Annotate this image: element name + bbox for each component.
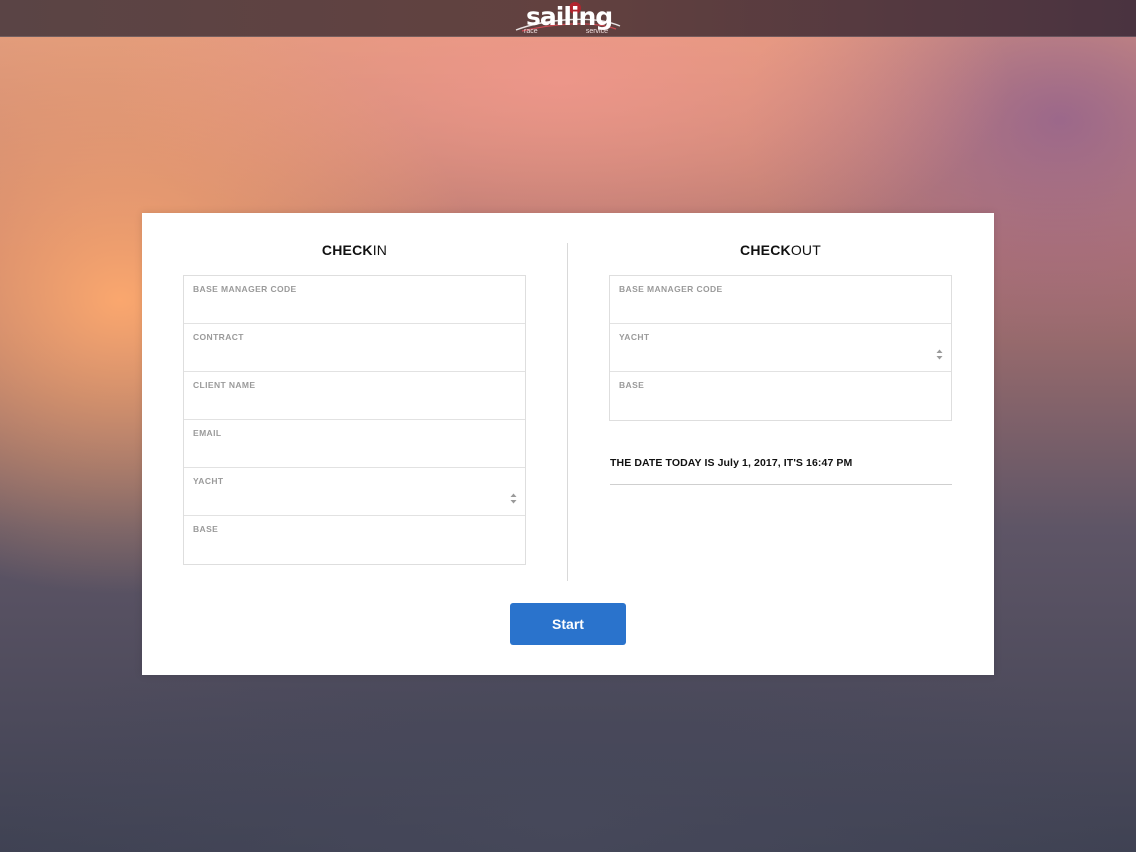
logo-subtitle: race service (524, 28, 608, 36)
checkout-base-input[interactable] (619, 394, 919, 414)
checkin-client-name-input[interactable] (193, 394, 493, 414)
checkout-yacht-select[interactable]: YACHT (610, 324, 951, 372)
top-bar: sailing race service (0, 0, 1136, 37)
checkin-title: CHECKIN (183, 242, 526, 258)
checkin-yacht-select[interactable]: YACHT (184, 468, 525, 516)
checkout-title-bold: CHECK (740, 242, 791, 258)
checkin-checkout-card: CHECKIN BASE MANAGER CODE CONTRACT CLIEN… (142, 213, 994, 675)
field-label: BASE (193, 524, 219, 534)
checkout-base-manager-code-input[interactable] (619, 298, 919, 318)
field-label: CONTRACT (193, 332, 244, 342)
checkin-email-field[interactable]: EMAIL (184, 420, 525, 468)
checkin-yacht-input[interactable] (193, 490, 493, 510)
column-divider (567, 243, 568, 581)
field-label: CLIENT NAME (193, 380, 256, 390)
field-label: BASE MANAGER CODE (193, 284, 297, 294)
checkin-title-bold: CHECK (321, 242, 373, 258)
logo-sub-left: race (524, 28, 538, 35)
checkout-base-field[interactable]: BASE (610, 372, 951, 420)
checkin-email-input[interactable] (193, 442, 493, 462)
field-label: BASE MANAGER CODE (619, 284, 723, 294)
logo-sub-right: service (585, 28, 608, 35)
logo-word: sailing (526, 2, 613, 31)
select-arrows-icon (510, 493, 517, 504)
start-button[interactable]: Start (510, 603, 626, 645)
checkin-contract-input[interactable] (193, 346, 493, 366)
checkin-client-name-field[interactable]: CLIENT NAME (184, 372, 525, 420)
checkin-base-input[interactable] (193, 538, 493, 558)
field-label: BASE (619, 380, 645, 390)
current-date-text: THE DATE TODAY IS July 1, 2017, IT'S 16:… (610, 457, 853, 469)
select-arrows-icon (936, 349, 943, 360)
checkout-form: BASE MANAGER CODE YACHT BASE (609, 275, 952, 421)
checkin-form: BASE MANAGER CODE CONTRACT CLIENT NAME E… (183, 275, 526, 565)
date-divider (610, 484, 952, 485)
field-label: YACHT (193, 476, 224, 486)
checkin-contract-field[interactable]: CONTRACT (184, 324, 525, 372)
sailing-logo[interactable]: sailing race service (512, 2, 624, 36)
checkin-base-manager-code-field[interactable]: BASE MANAGER CODE (184, 276, 525, 324)
checkout-title: CHECKOUT (609, 242, 952, 258)
checkin-base-manager-code-input[interactable] (193, 298, 493, 318)
checkin-title-light: IN (372, 242, 388, 258)
checkout-base-manager-code-field[interactable]: BASE MANAGER CODE (610, 276, 951, 324)
checkout-title-light: OUT (790, 242, 821, 258)
checkin-base-field[interactable]: BASE (184, 516, 525, 564)
field-label: YACHT (619, 332, 650, 342)
checkout-yacht-input[interactable] (619, 346, 919, 366)
field-label: EMAIL (193, 428, 222, 438)
